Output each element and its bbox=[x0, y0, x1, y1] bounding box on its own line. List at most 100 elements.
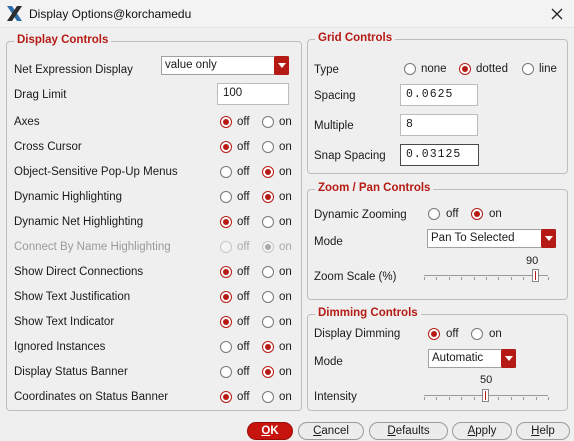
object-sensitive-pop-up-menus-off-radio[interactable] bbox=[220, 166, 232, 178]
display-status-banner-on-radio[interactable] bbox=[262, 366, 274, 378]
row-label-dynamic-net-highlighting: Dynamic Net Highlighting bbox=[14, 216, 144, 228]
slider-tick bbox=[548, 397, 549, 400]
zoom-pan-legend: Zoom / Pan Controls bbox=[315, 182, 434, 194]
dynamic-zooming-label: Dynamic Zooming bbox=[314, 209, 407, 221]
show-text-justification-off-radio[interactable] bbox=[220, 291, 232, 303]
dynamic-zooming-on-radio[interactable] bbox=[471, 208, 483, 220]
dimming-mode-select[interactable]: Automatic bbox=[428, 349, 516, 368]
zoom-scale-slider[interactable] bbox=[424, 268, 549, 284]
dynamic-net-highlighting-off-radio[interactable] bbox=[220, 216, 232, 228]
slider-thumb[interactable] bbox=[482, 389, 489, 402]
drag-limit-field[interactable]: 100 bbox=[217, 83, 289, 105]
slider-tick bbox=[424, 277, 425, 280]
row-label-ignored-instances: Ignored Instances bbox=[14, 341, 106, 353]
row-label-cross-cursor: Cross Cursor bbox=[14, 141, 82, 153]
coordinates-on-status-banner-on-label: on bbox=[279, 391, 292, 403]
ok-label: K bbox=[270, 425, 279, 437]
cancel-button[interactable]: Cancel bbox=[298, 422, 364, 440]
object-sensitive-pop-up-menus-off-label: off bbox=[237, 166, 250, 178]
close-icon[interactable] bbox=[548, 5, 566, 23]
ok-mnemonic: O bbox=[261, 425, 271, 437]
show-text-indicator-on-radio[interactable] bbox=[262, 316, 274, 328]
row-label-connect-by-name-highlighting: Connect By Name Highlighting bbox=[14, 241, 171, 253]
display-dimming-on-label: on bbox=[489, 328, 502, 340]
grid-multiple-field[interactable]: 8 bbox=[400, 114, 478, 136]
grid-multiple-label: Multiple bbox=[314, 120, 354, 132]
slider-tick bbox=[548, 277, 549, 280]
title-bar: Display Options@korchamedu bbox=[0, 0, 574, 28]
row-label-coordinates-on-status-banner: Coordinates on Status Banner bbox=[14, 391, 169, 403]
show-text-justification-on-radio[interactable] bbox=[262, 291, 274, 303]
ignored-instances-on-radio[interactable] bbox=[262, 341, 274, 353]
axes-off-radio[interactable] bbox=[220, 116, 232, 128]
dynamic-highlighting-off-radio[interactable] bbox=[220, 191, 232, 203]
ignored-instances-on-label: on bbox=[279, 341, 292, 353]
slider-tick bbox=[449, 397, 450, 400]
row-label-show-text-justification: Show Text Justification bbox=[14, 291, 131, 303]
grid-type-line-label: line bbox=[539, 63, 557, 75]
cross-cursor-on-label: on bbox=[279, 141, 292, 153]
coordinates-on-status-banner-off-radio[interactable] bbox=[220, 391, 232, 403]
dynamic-highlighting-on-radio[interactable] bbox=[262, 191, 274, 203]
display-dimming-on-radio[interactable] bbox=[471, 328, 483, 340]
display-controls-legend: Display Controls bbox=[14, 34, 112, 46]
slider-tick bbox=[511, 397, 512, 400]
grid-spacing-field[interactable]: 0.0625 bbox=[400, 84, 478, 106]
show-text-justification-on-label: on bbox=[279, 291, 292, 303]
slider-thumb[interactable] bbox=[532, 269, 539, 282]
connect-by-name-highlighting-off-radio bbox=[220, 241, 232, 253]
grid-spacing-label: Spacing bbox=[314, 90, 356, 102]
row-label-object-sensitive-pop-up-menus: Object-Sensitive Pop-Up Menus bbox=[14, 166, 178, 178]
coordinates-on-status-banner-on-radio[interactable] bbox=[262, 391, 274, 403]
slider-tick bbox=[498, 397, 499, 400]
help-button[interactable]: Help bbox=[516, 422, 570, 440]
show-text-indicator-off-label: off bbox=[237, 316, 250, 328]
slider-tick bbox=[449, 277, 450, 280]
defaults-button[interactable]: Defaults bbox=[369, 422, 448, 440]
slider-tick bbox=[436, 277, 437, 280]
show-direct-connections-on-radio[interactable] bbox=[262, 266, 274, 278]
slider-tick bbox=[461, 397, 462, 400]
axes-off-label: off bbox=[237, 116, 250, 128]
intensity-slider[interactable] bbox=[424, 388, 549, 404]
apply-button[interactable]: Apply bbox=[452, 422, 512, 440]
grid-type-line-radio[interactable] bbox=[522, 63, 534, 75]
zoom-mode-select[interactable]: Pan To Selected bbox=[427, 229, 556, 248]
axes-on-label: on bbox=[279, 116, 292, 128]
dimming-mode-value: Automatic bbox=[432, 352, 484, 364]
ignored-instances-off-label: off bbox=[237, 341, 250, 353]
dynamic-highlighting-off-label: off bbox=[237, 191, 250, 203]
dynamic-zooming-off-radio[interactable] bbox=[428, 208, 440, 220]
show-direct-connections-off-radio[interactable] bbox=[220, 266, 232, 278]
cross-cursor-on-radio[interactable] bbox=[262, 141, 274, 153]
connect-by-name-highlighting-off-label: off bbox=[237, 241, 250, 253]
ok-button[interactable]: OK bbox=[247, 422, 293, 440]
row-label-show-text-indicator: Show Text Indicator bbox=[14, 316, 115, 328]
row-label-display-status-banner: Display Status Banner bbox=[14, 366, 128, 378]
snap-spacing-field[interactable]: 0.03125 bbox=[400, 144, 479, 166]
show-direct-connections-on-label: on bbox=[279, 266, 292, 278]
grid-type-none-label: none bbox=[421, 63, 447, 75]
cross-cursor-off-radio[interactable] bbox=[220, 141, 232, 153]
ignored-instances-off-radio[interactable] bbox=[220, 341, 232, 353]
grid-type-none-radio[interactable] bbox=[404, 63, 416, 75]
object-sensitive-pop-up-menus-on-label: on bbox=[279, 166, 292, 178]
dimming-mode-label: Mode bbox=[314, 356, 343, 368]
grid-type-label: Type bbox=[314, 64, 339, 76]
grid-type-dotted-radio[interactable] bbox=[459, 63, 471, 75]
chevron-down-icon bbox=[274, 56, 289, 75]
connect-by-name-highlighting-on-label: on bbox=[279, 241, 292, 253]
dynamic-net-highlighting-on-radio[interactable] bbox=[262, 216, 274, 228]
axes-on-radio[interactable] bbox=[262, 116, 274, 128]
defaults-mnemonic: D bbox=[387, 425, 396, 437]
show-text-indicator-off-radio[interactable] bbox=[220, 316, 232, 328]
slider-tick bbox=[536, 397, 537, 400]
row-label-show-direct-connections: Show Direct Connections bbox=[14, 266, 144, 278]
display-status-banner-off-radio[interactable] bbox=[220, 366, 232, 378]
display-dimming-off-radio[interactable] bbox=[428, 328, 440, 340]
object-sensitive-pop-up-menus-on-radio[interactable] bbox=[262, 166, 274, 178]
net-expression-select[interactable]: value only bbox=[161, 56, 289, 75]
dynamic-zooming-off-label: off bbox=[446, 208, 459, 220]
show-direct-connections-off-label: off bbox=[237, 266, 250, 278]
coordinates-on-status-banner-off-label: off bbox=[237, 391, 250, 403]
